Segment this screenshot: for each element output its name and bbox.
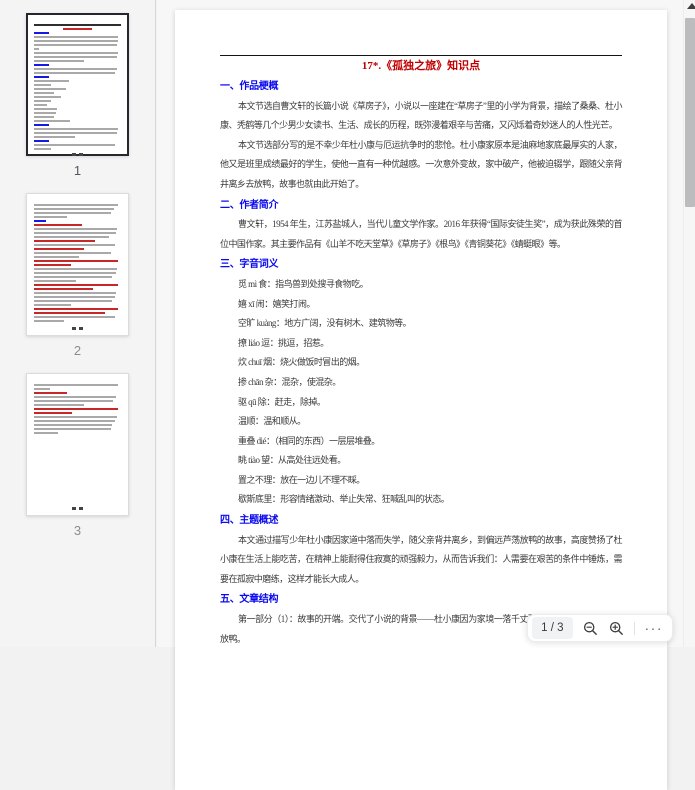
- document-sections: 一、作品梗概本文节选自曹文轩的长篇小说《草房子》，小说以一座建在“草房子”里的小…: [220, 77, 622, 649]
- zoom-in-button[interactable]: [608, 620, 625, 637]
- scrollbar-thumb[interactable]: [685, 18, 695, 207]
- document-page: 17*.《孤独之旅》知识点 一、作品梗概本文节选自曹文轩的长篇小说《草房子》，小…: [175, 10, 667, 790]
- page-thumbnail-label: 1: [74, 163, 81, 178]
- page-indicator: 1 / 3: [532, 617, 572, 639]
- section-heading: 二、作者简介: [220, 196, 622, 216]
- floating-page-toolbar: 1 / 3 ···: [527, 614, 673, 642]
- paragraph: 曹文轩，1954 年生，江苏盐城人，当代儿童文学作家。2016 年获得“国际安徒…: [220, 215, 622, 254]
- section-heading: 五、文章结构: [220, 590, 622, 610]
- thumbnail-sidebar: 1 2 3: [0, 0, 156, 647]
- magnifier-minus-icon: [583, 621, 598, 636]
- thumbnail-footer-dots: [34, 150, 121, 156]
- term-entry: 觅 mì 食：指鸟兽到处搜寻食物吃。: [220, 275, 622, 295]
- vertical-scrollbar[interactable]: [683, 0, 695, 647]
- paragraph: 本文节选部分写的是不幸少年杜小康与厄运抗争时的悲怆。杜小康家原本是油麻地家底最厚…: [220, 136, 622, 195]
- paragraph: 本文通过描写少年杜小康因家道中落而失学，随父亲背井离乡，到偏远芦荡放鸭的故事，高…: [220, 531, 622, 590]
- page-thumbnail-preview: [26, 373, 129, 516]
- term-entry: 歇斯底里：形容情绪激动、举止失常、狂喊乱叫的状态。: [220, 490, 622, 510]
- zoom-out-button[interactable]: [582, 620, 599, 637]
- toolbar-divider: [634, 622, 635, 635]
- term-entry: 掺 chān 杂：混杂，使混杂。: [220, 373, 622, 393]
- term-entry: 嬉 xī 闹：嬉笑打闹。: [220, 295, 622, 315]
- page-thumbnail-preview: [26, 13, 129, 156]
- more-options-button[interactable]: ···: [644, 621, 665, 635]
- term-entry: 眺 tiào 望：从高处往远处看。: [220, 451, 622, 471]
- term-entry: 空旷 kuàng：地方广阔，没有树木、建筑物等。: [220, 314, 622, 334]
- term-entry: 重叠 dié：（相同的东西）一层层堆叠。: [220, 432, 622, 452]
- term-entry: 置之不理：放在一边儿不理不睬。: [220, 471, 622, 491]
- document-viewport: 17*.《孤独之旅》知识点 一、作品梗概本文节选自曹文轩的长篇小说《草房子》，小…: [157, 0, 683, 647]
- paragraph: 本文节选自曹文轩的长篇小说《草房子》，小说以一座建在“草房子”里的小学为背景，描…: [220, 97, 622, 136]
- document-title: 17*.《孤独之旅》知识点: [220, 56, 622, 76]
- section-heading: 一、作品梗概: [220, 77, 622, 97]
- term-entry: 撩 liáo 逗：挑逗，招惹。: [220, 334, 622, 354]
- page-thumbnail-1[interactable]: 1: [26, 13, 129, 178]
- thumbnail-footer-dots: [34, 504, 121, 510]
- page-thumbnail-label: 3: [74, 523, 81, 538]
- section-heading: 四、主题概述: [220, 511, 622, 531]
- page-thumbnail-2[interactable]: 2: [26, 193, 129, 358]
- term-entry: 温顺：温和顺从。: [220, 412, 622, 432]
- magnifier-plus-icon: [609, 621, 624, 636]
- page-thumbnail-preview: [26, 193, 129, 336]
- term-entry: 驱 qū 除：赶走，除掉。: [220, 393, 622, 413]
- scrollbar-up-arrow-icon[interactable]: [687, 3, 695, 9]
- thumbnail-footer-dots: [34, 324, 121, 330]
- page-thumbnail-3[interactable]: 3: [26, 373, 129, 538]
- term-entry: 炊 chuī 烟：烧火做饭时冒出的烟。: [220, 353, 622, 373]
- page-thumbnail-label: 2: [74, 343, 81, 358]
- section-heading: 三、字音词义: [220, 255, 622, 275]
